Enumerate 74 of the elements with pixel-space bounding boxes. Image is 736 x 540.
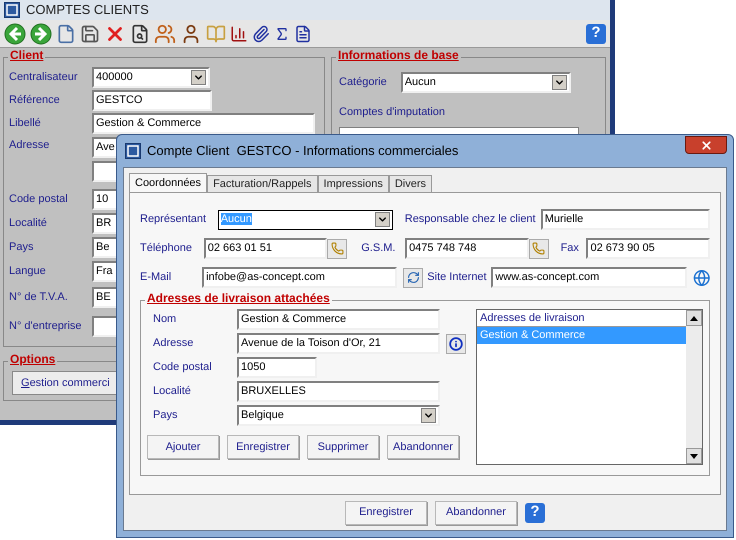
field-label: N° de T.V.A.: [9, 290, 69, 306]
field-label: Responsable chez le client: [404, 212, 537, 228]
field-label: Téléphone: [140, 241, 193, 256]
scrollbar[interactable]: [686, 310, 702, 464]
input-field[interactable]: 0475 748 748: [405, 238, 529, 259]
scroll-down-icon[interactable]: [690, 454, 698, 458]
field-label: Site Internet: [427, 270, 488, 286]
input-field[interactable]: 02 673 90 05: [586, 238, 710, 259]
dialog-button[interactable]: Supprimer: [307, 435, 379, 459]
dropdown-field[interactable]: Belgique: [237, 405, 440, 426]
input-field[interactable]: infobe@as-concept.com: [202, 267, 398, 288]
field-label: Catégorie: [339, 75, 387, 90]
input-field[interactable]: BRUXELLES: [237, 381, 440, 402]
field-label: Adresse: [9, 138, 50, 153]
field-label: Code postal: [9, 192, 69, 207]
field-label: Comptes d'imputation: [339, 106, 446, 118]
delivery-list[interactable]: Adresses de livraison Gestion & Commerce: [476, 309, 703, 465]
dropdown-field[interactable]: 400000: [92, 67, 210, 88]
field-label: Libellé: [9, 116, 42, 132]
app-logo-icon: [125, 143, 141, 159]
app-logo-icon: [4, 2, 20, 18]
input-field[interactable]: Gestion & Commerce: [237, 309, 440, 330]
input-field[interactable]: Gestion & Commerce: [92, 113, 315, 134]
save-icon[interactable]: [80, 24, 100, 44]
field-label: Représentant: [140, 212, 208, 228]
field-label: Pays: [9, 240, 34, 255]
group-title: Adresses de livraison attachées: [145, 292, 332, 304]
search-icon[interactable]: [130, 24, 150, 44]
dialog-button[interactable]: Ajouter: [147, 435, 219, 459]
phone-icon[interactable]: [528, 238, 549, 258]
info-button[interactable]: [446, 334, 466, 354]
input-field[interactable]: Murielle: [540, 209, 710, 230]
field-label: Langue: [9, 264, 47, 279]
dialog-button[interactable]: Abandonner: [387, 435, 459, 459]
dialog-button[interactable]: Abandonner: [435, 500, 517, 524]
input-field[interactable]: 02 663 01 51: [204, 238, 328, 259]
phone-icon[interactable]: [327, 238, 348, 258]
dropdown-field[interactable]: Aucun: [400, 72, 571, 93]
scroll-up-icon[interactable]: [690, 316, 698, 320]
field-label: N° d'entreprise: [9, 319, 83, 334]
dialog-button[interactable]: Enregistrer: [345, 500, 427, 524]
field-label: Adresse: [153, 336, 194, 352]
field-label: E-Mail: [140, 270, 172, 286]
tab[interactable]: Divers: [388, 175, 432, 192]
input-field[interactable]: 1050: [237, 357, 317, 378]
close-icon: [700, 138, 712, 152]
field-label: Nom: [153, 312, 178, 328]
globe-icon[interactable]: [692, 268, 710, 286]
field-label: G.S.M.: [361, 241, 396, 256]
group-title: Informations de base: [336, 49, 461, 61]
paperclip-icon[interactable]: [252, 24, 270, 42]
sync-icon[interactable]: [403, 268, 424, 288]
field-label: Référence: [9, 93, 61, 108]
tab[interactable]: Facturation/Rappels: [207, 175, 318, 192]
new-document-icon[interactable]: [56, 24, 76, 44]
tab[interactable]: Impressions: [318, 175, 389, 192]
help-button[interactable]: ?: [586, 24, 606, 44]
field-label: Localité: [9, 216, 48, 231]
close-button[interactable]: [685, 136, 727, 154]
dialog-button[interactable]: Enregistrer: [227, 435, 299, 459]
input-field[interactable]: www.as-concept.com: [491, 267, 687, 288]
bar-chart-icon[interactable]: [230, 24, 248, 42]
dialog-title: Compte Client GESTCO - Informations commerciales: [147, 142, 458, 160]
group-title: Client: [8, 49, 46, 61]
tab[interactable]: Coordonnées: [129, 173, 208, 192]
field-label: Fax: [560, 241, 580, 256]
report-icon[interactable]: [294, 24, 312, 42]
field-label: Centralisateur: [9, 70, 78, 86]
help-button[interactable]: ?: [525, 502, 545, 522]
group-title: Options: [8, 353, 58, 365]
window-title: COMPTES CLIENTS: [26, 1, 149, 20]
field-label: Pays: [153, 408, 178, 424]
input-field[interactable]: GESTCO: [92, 90, 212, 111]
input-field[interactable]: Avenue de la Toison d'Or, 21: [237, 333, 440, 354]
